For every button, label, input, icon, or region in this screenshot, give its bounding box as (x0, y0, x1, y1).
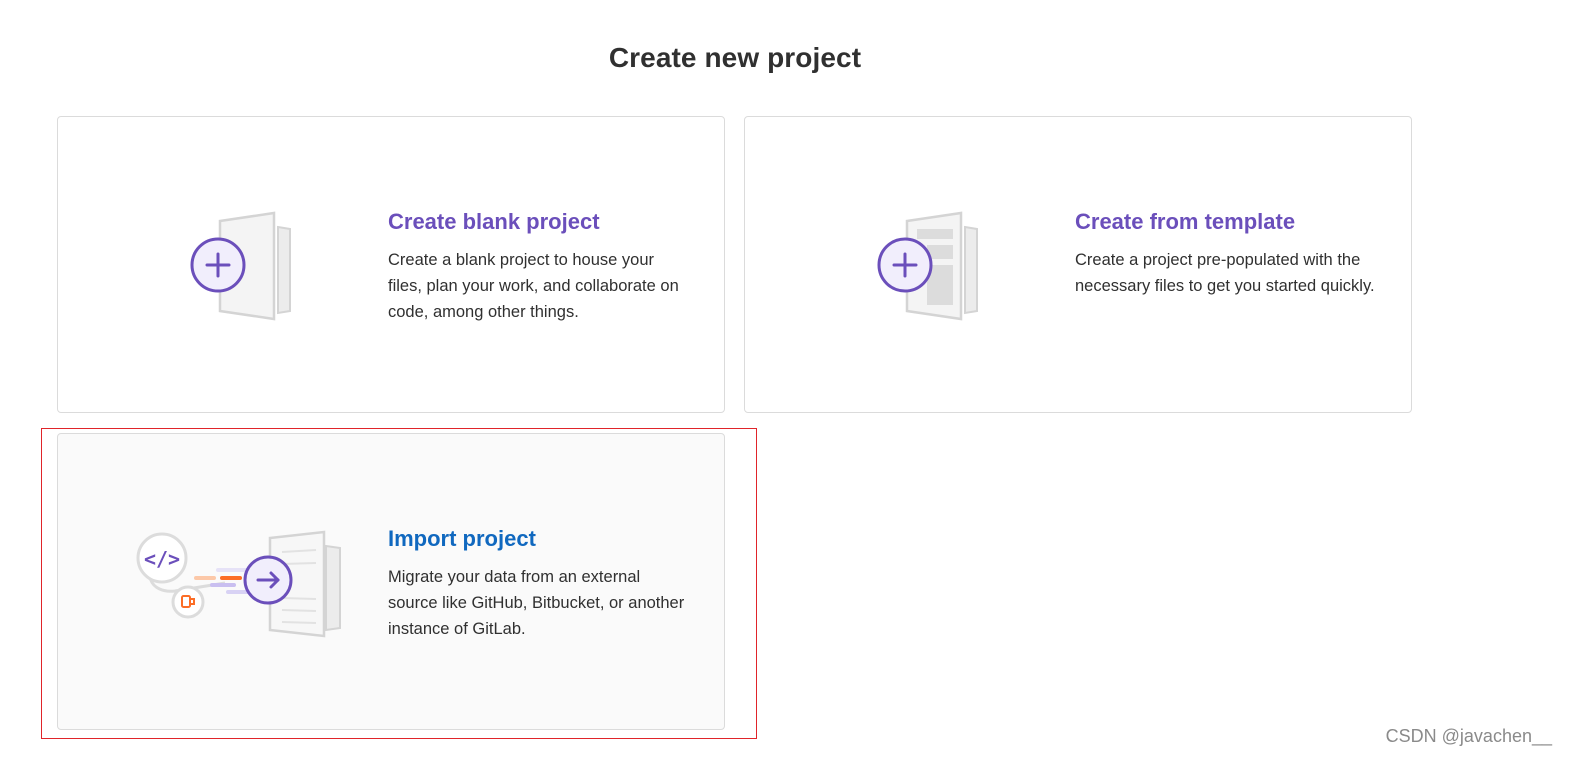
card-text: Create from template Create a project pr… (1075, 207, 1375, 299)
import-project-card[interactable]: </> Import project Migrate your data fro… (57, 433, 725, 730)
page-title: Create new project (608, 42, 862, 73)
card-heading[interactable]: Create from template (1075, 207, 1375, 237)
watermark: CSDN @javachen__ (1385, 726, 1552, 746)
blank-project-illustration-icon (178, 199, 328, 329)
card-description: Migrate your data from an external sourc… (388, 568, 685, 638)
card-description: Create a project pre-populated with the … (1075, 251, 1375, 295)
card-description: Create a blank project to house your fil… (388, 251, 679, 321)
svg-text:</>: </> (144, 547, 180, 571)
create-from-template-card[interactable]: Create from template Create a project pr… (744, 116, 1412, 413)
card-text: Create blank project Create a blank proj… (388, 207, 688, 325)
import-project-illustration-icon: </> (130, 516, 350, 646)
card-heading[interactable]: Import project (388, 524, 688, 554)
create-blank-project-card[interactable]: Create blank project Create a blank proj… (57, 116, 725, 413)
new-project-page: Create new project Create blank project … (0, 0, 1582, 761)
card-heading[interactable]: Create blank project (388, 207, 688, 237)
card-text: Import project Migrate your data from an… (388, 524, 688, 642)
template-project-illustration-icon (865, 199, 1015, 329)
